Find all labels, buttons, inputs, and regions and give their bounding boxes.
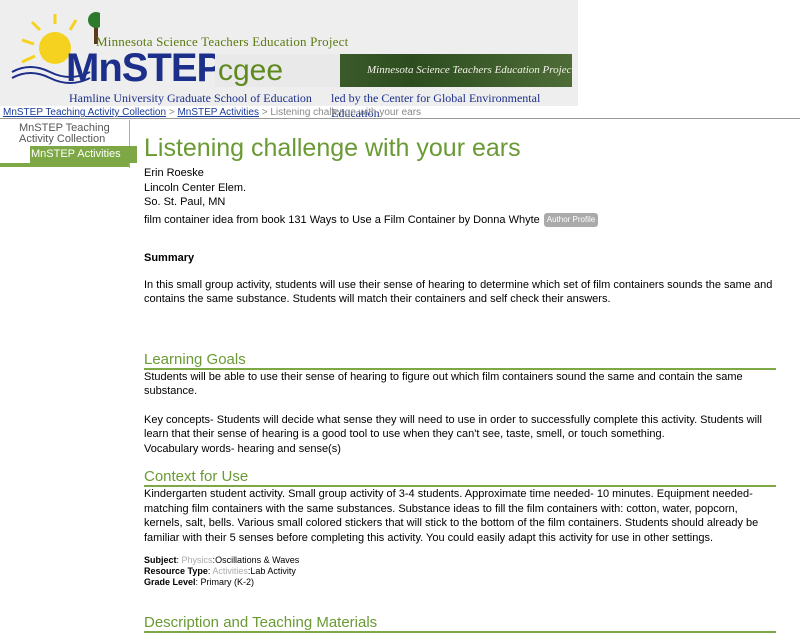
subject-value-link[interactable]: Oscillations & Waves — [215, 555, 299, 565]
mnstep-logo[interactable]: MnSTEP — [66, 46, 223, 91]
grade-level-value[interactable]: Primary (K-2) — [201, 577, 255, 587]
sidebar-item-collection[interactable]: MnSTEP Teaching Activity Collection — [19, 123, 125, 145]
breadcrumb-link-collection[interactable]: MnSTEP Teaching Activity Collection — [3, 107, 166, 118]
subject-line: Subject: Physics:Oscillations & Waves — [144, 555, 300, 565]
vocabulary-text: Vocabulary words- hearing and sense(s) — [144, 442, 341, 455]
context-text: Kindergarten student activity. Small gro… — [144, 488, 759, 544]
breadcrumb-separator: > — [166, 107, 178, 118]
description-heading: Description and Teaching Materials — [144, 614, 776, 633]
learning-goals-heading: Learning Goals — [144, 351, 776, 370]
cgee-banner-text: Minnesota Science Teachers Education Pro… — [367, 64, 575, 76]
subject-label: Subject — [144, 555, 177, 565]
page-title: Listening challenge with your ears — [144, 134, 521, 162]
sidebar: MnSTEP Teaching Activity Collection MnST… — [12, 120, 137, 168]
source-line: film container idea from book 131 Ways t… — [144, 212, 776, 228]
author-profile-button[interactable]: Author Profile — [543, 212, 599, 227]
sidebar-item-activities[interactable]: MnSTEP Activities — [30, 146, 137, 163]
summary-text: In this small group activity, students w… — [144, 278, 773, 306]
breadcrumb-link-activities[interactable]: MnSTEP Activities — [177, 107, 259, 118]
breadcrumb-divider — [0, 118, 800, 119]
author-school: Lincoln Center Elem. — [144, 181, 247, 194]
cgee-logo[interactable]: cgee — [218, 54, 283, 88]
key-concepts-text: Key concepts- Students will decide what … — [144, 413, 762, 441]
resource-category-link[interactable]: Activities — [212, 566, 248, 576]
summary-heading: Summary — [144, 252, 195, 264]
context-for-use-heading: Context for Use — [144, 468, 776, 487]
author-location: So. St. Paul, MN — [144, 196, 226, 208]
mnstep-subtitle: Hamline University Graduate School of Ed… — [69, 91, 312, 105]
breadcrumb-current: Listening challenge with your ears — [270, 107, 422, 118]
header-banner: Minnesota Science Teachers Education Pro… — [0, 0, 578, 120]
resource-type-label: Resource Type — [144, 566, 208, 576]
breadcrumb-separator: > — [258, 107, 271, 118]
sidebar-bottom-bar — [0, 163, 129, 167]
grade-level-label: Grade Level — [144, 577, 196, 587]
grade-level-line: Grade Level: Primary (K-2) — [144, 577, 255, 587]
author-name: Erin Roeske — [144, 167, 204, 179]
source-text: film container idea from book 131 Ways t… — [144, 213, 540, 226]
resource-value-link[interactable]: Lab Activity — [250, 566, 296, 576]
subject-category-link[interactable]: Physics — [182, 555, 213, 565]
resource-type-line: Resource Type: Activities:Lab Activity — [144, 566, 296, 576]
learning-goals-text: Students will be able to use their sense… — [144, 370, 743, 398]
breadcrumb: MnSTEP Teaching Activity Collection > Mn… — [3, 107, 421, 118]
main-content: Listening challenge with your ears Erin … — [144, 132, 776, 633]
